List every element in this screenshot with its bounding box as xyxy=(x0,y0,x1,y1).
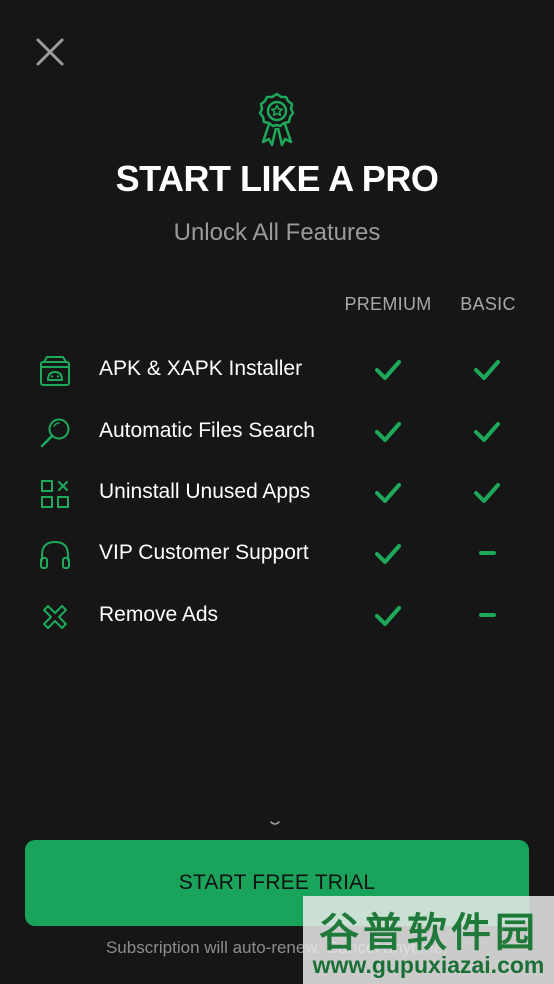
check-icon xyxy=(375,606,401,626)
loading-indicator-icon xyxy=(270,821,280,825)
award-badge-icon xyxy=(258,92,295,147)
page-title: START LIKE A PRO xyxy=(115,158,439,199)
watermark-url: www.gupuxiazai.com xyxy=(312,952,545,978)
feature-label: APK & XAPK Installer xyxy=(99,357,303,380)
watermark-logo: 谷普软件园 www.gupuxiazai.com xyxy=(303,896,554,984)
package-android-icon xyxy=(40,356,70,386)
apps-grid-remove-icon xyxy=(41,480,69,508)
feature-label: Uninstall Unused Apps xyxy=(99,480,311,503)
check-icon xyxy=(375,360,401,380)
feature-row-uninstall-apps: Uninstall Unused Apps xyxy=(0,471,554,515)
close-button[interactable] xyxy=(30,32,70,72)
column-header-premium: PREMIUM xyxy=(344,294,432,314)
watermark-text: 谷普软件园 xyxy=(319,910,539,956)
check-icon xyxy=(474,483,500,503)
feature-label: Remove Ads xyxy=(99,603,219,626)
check-icon xyxy=(474,422,500,442)
feature-row-remove-ads: Remove Ads xyxy=(0,594,554,638)
check-icon xyxy=(474,360,500,380)
feature-row-files-search: Automatic Files Search xyxy=(0,410,554,454)
start-free-trial-label: START FREE TRIAL xyxy=(178,871,376,894)
headset-icon xyxy=(40,540,70,569)
page-subtitle: Unlock All Features xyxy=(173,219,381,246)
close-icon xyxy=(36,38,64,66)
subscription-screen: START LIKE A PRO Unlock All Features PRE… xyxy=(0,0,554,984)
column-header-basic: BASIC xyxy=(460,294,516,314)
feature-label: VIP Customer Support xyxy=(99,541,309,564)
remove-ads-x-icon xyxy=(43,605,67,629)
check-icon xyxy=(375,422,401,442)
feature-label: Automatic Files Search xyxy=(99,419,315,442)
feature-row-apk-installer: APK & XAPK Installer xyxy=(0,348,554,392)
feature-row-vip-support: VIP Customer Support xyxy=(0,532,554,576)
check-icon xyxy=(375,544,401,564)
dash-icon xyxy=(479,551,496,555)
check-icon xyxy=(375,483,401,503)
magnifier-icon xyxy=(40,418,70,448)
dash-icon xyxy=(479,613,496,617)
